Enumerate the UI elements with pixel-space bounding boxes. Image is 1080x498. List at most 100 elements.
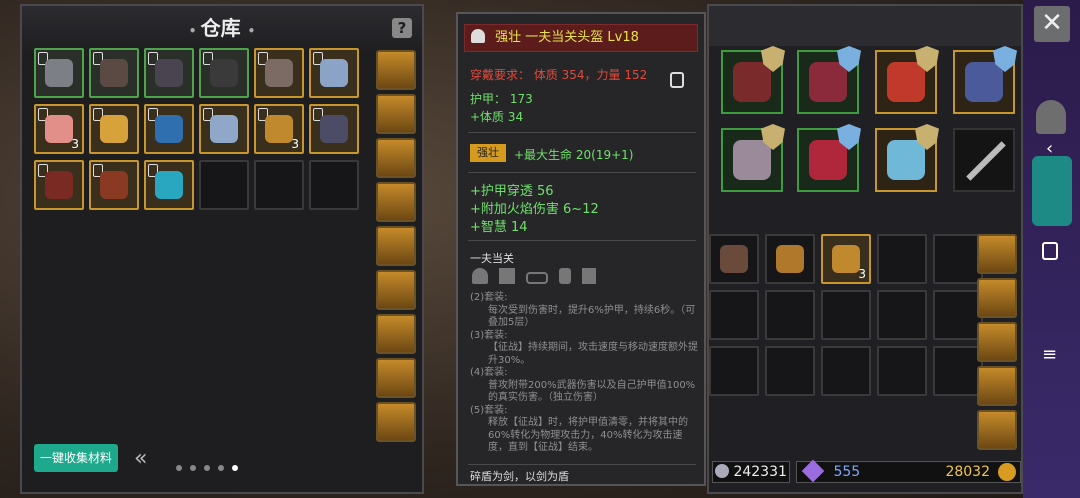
silver-currency: 242331: [712, 461, 790, 483]
warehouse-item-slot[interactable]: [309, 104, 359, 154]
backpack-icon[interactable]: [977, 410, 1017, 450]
backpack-icon[interactable]: [977, 366, 1017, 406]
inventory-item-slot[interactable]: 3: [821, 234, 871, 284]
inventory-empty-slot[interactable]: [877, 290, 927, 340]
equipment-slot[interactable]: [721, 124, 785, 192]
backpack-icon[interactable]: [376, 182, 416, 222]
inventory-empty-slot[interactable]: [933, 346, 983, 396]
set-bonus-block: (2)套装: 每次受到伤害时，提升6%护甲，持续6秒。（可叠加5层） (3)套装…: [470, 292, 698, 455]
equipment-icon: [733, 62, 771, 102]
item-icon: [45, 115, 73, 143]
backpack-icon[interactable]: [376, 50, 416, 90]
lock-icon[interactable]: [670, 72, 684, 88]
warehouse-item-slot[interactable]: [254, 48, 304, 98]
warehouse-title: 仓库: [200, 16, 241, 40]
set-bonus-line: 释放【征战】时，将护甲值清零，并将其中的60%转化为物理攻击力，40%转化为攻击…: [488, 417, 688, 453]
warehouse-empty-slot[interactable]: [199, 160, 249, 210]
item-icon: [100, 115, 128, 143]
warehouse-item-slot[interactable]: 3: [254, 104, 304, 154]
equipment-icon: [887, 140, 925, 180]
item-icon: [210, 59, 238, 87]
item-icon: [320, 59, 348, 87]
stat-line: +附加火焰伤害 6~12: [470, 202, 599, 217]
backpack-icon[interactable]: [376, 402, 416, 442]
inventory-empty-slot[interactable]: [933, 234, 983, 284]
warehouse-item-slot[interactable]: 3: [34, 104, 84, 154]
equipment-slot[interactable]: [875, 124, 939, 192]
warehouse-empty-slot[interactable]: [309, 160, 359, 210]
warehouse-item-slot[interactable]: [89, 104, 139, 154]
double-chevron-left-icon[interactable]: «: [134, 446, 147, 471]
inventory-item-slot[interactable]: [765, 234, 815, 284]
set-bonus-line: (4)套装:: [470, 367, 508, 378]
backpack-icon[interactable]: [977, 278, 1017, 318]
backpack-icon[interactable]: [376, 138, 416, 178]
equipment-slot[interactable]: [875, 46, 939, 114]
equipment-slot[interactable]: [721, 46, 785, 114]
page-dot[interactable]: [190, 465, 196, 471]
backpack-icon[interactable]: [376, 226, 416, 266]
belt-icon: [526, 272, 549, 284]
warehouse-item-slot[interactable]: [89, 160, 139, 210]
item-icon: [155, 115, 183, 143]
square-nav-icon[interactable]: [1042, 242, 1058, 260]
warehouse-item-slot[interactable]: [34, 48, 84, 98]
gloves-icon: [559, 268, 572, 284]
inventory-empty-slot[interactable]: [821, 290, 871, 340]
warehouse-item-slot[interactable]: [144, 160, 194, 210]
character-tab[interactable]: [1032, 156, 1072, 226]
backpack-icon[interactable]: [376, 314, 416, 354]
wear-requirement: 穿戴要求： 体质 354，力量 152: [470, 68, 648, 82]
page-dot[interactable]: [232, 465, 238, 471]
menu-nav-icon[interactable]: ≡: [1042, 344, 1057, 365]
gem-currency: 555 28032: [796, 459, 1021, 483]
item-icon: [320, 115, 348, 143]
silver-amount: 242331: [733, 464, 787, 480]
weapon-slot[interactable]: [953, 128, 1015, 192]
equipment-slot[interactable]: [797, 124, 861, 192]
help-icon[interactable]: ?: [392, 18, 412, 38]
inventory-empty-slot[interactable]: [877, 346, 927, 396]
warehouse-item-slot[interactable]: [199, 48, 249, 98]
warehouse-item-slot[interactable]: [34, 160, 84, 210]
warehouse-item-slot[interactable]: [144, 104, 194, 154]
backpack-icon[interactable]: [977, 234, 1017, 274]
backpack-icon[interactable]: [977, 322, 1017, 362]
item-icon: [155, 59, 183, 87]
inventory-empty-slot[interactable]: [765, 346, 815, 396]
page-dot[interactable]: [204, 465, 210, 471]
warehouse-item-slot[interactable]: [199, 104, 249, 154]
inventory-empty-slot[interactable]: [821, 346, 871, 396]
inventory-empty-slot[interactable]: [709, 346, 759, 396]
collect-materials-button[interactable]: 一键收集材料: [34, 444, 118, 472]
inventory-empty-slot[interactable]: [765, 290, 815, 340]
inventory-item-slot[interactable]: [709, 234, 759, 284]
inventory-empty-slot[interactable]: [709, 290, 759, 340]
inventory-empty-slot[interactable]: [877, 234, 927, 284]
close-button[interactable]: ✕: [1034, 6, 1070, 42]
backpack-icon[interactable]: [376, 358, 416, 398]
constitution-stat: +体质 34: [470, 110, 524, 124]
inventory-empty-slot[interactable]: [933, 290, 983, 340]
warehouse-item-slot[interactable]: [309, 48, 359, 98]
affix-text: +最大生命 20(19+1): [514, 148, 634, 162]
backpack-icon[interactable]: [376, 94, 416, 134]
item-count: 3: [858, 267, 866, 281]
set-bonus-line: (2)套装:: [470, 292, 508, 303]
set-bonus-line: (3)套装:: [470, 329, 508, 341]
equipment-icon: [809, 140, 847, 180]
chest-armor-icon: [499, 268, 516, 284]
backpack-icon[interactable]: [376, 270, 416, 310]
helmet-tab-icon[interactable]: [1036, 100, 1066, 134]
warehouse-item-slot[interactable]: [144, 48, 194, 98]
warehouse-item-slot[interactable]: [89, 48, 139, 98]
sword-icon: [966, 141, 1006, 181]
item-icon: [832, 245, 860, 273]
gem-amount: 555: [833, 464, 861, 480]
page-dot[interactable]: [218, 465, 224, 471]
warehouse-empty-slot[interactable]: [254, 160, 304, 210]
equipment-slot[interactable]: [797, 46, 861, 114]
equipment-slot[interactable]: [953, 46, 1017, 114]
page-dot[interactable]: [176, 465, 182, 471]
stat-line: +护甲穿透 56: [470, 184, 554, 199]
